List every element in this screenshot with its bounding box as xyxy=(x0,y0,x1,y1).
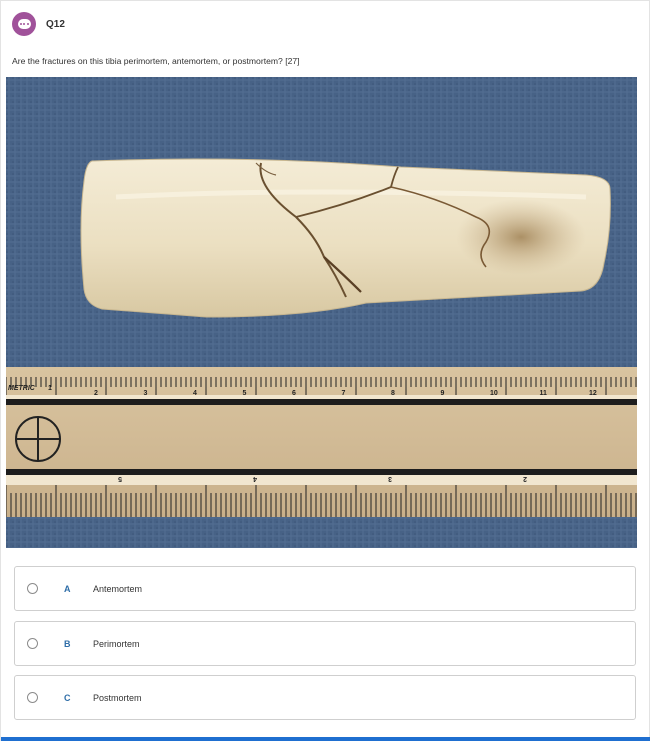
ruler-top-number: 6 xyxy=(292,390,296,397)
ruler-top-number: 8 xyxy=(391,390,395,397)
option-letter: C xyxy=(64,692,71,703)
ruler-top-number: 2 xyxy=(94,390,98,397)
option-label: Perimortem xyxy=(93,638,140,649)
option-letter: A xyxy=(64,583,71,594)
ruler-top-number: 4 xyxy=(193,390,197,397)
ruler-brand: METRIC xyxy=(8,385,36,392)
ruler-bottom-number: 4 xyxy=(253,475,257,482)
radio-button[interactable] xyxy=(27,583,38,594)
ruler-top-number: 10 xyxy=(490,390,498,397)
ruler-top-number: 7 xyxy=(342,390,346,397)
option-label: Antemortem xyxy=(93,583,143,594)
bottom-accent-bar xyxy=(1,737,650,741)
chat-bubble-icon xyxy=(12,12,36,36)
metric-ruler: METRIC 23456789101112131 2345 xyxy=(6,367,637,517)
question-header: Q12 xyxy=(12,11,65,37)
question-card: Q12 Are the fractures on this tibia peri… xyxy=(0,0,650,741)
question-image: METRIC 23456789101112131 2345 xyxy=(6,77,637,548)
answer-option-c[interactable]: C Postmortem xyxy=(14,675,636,720)
ruler-bottom-number: 3 xyxy=(388,475,392,482)
ruler-top-number: 5 xyxy=(243,390,247,397)
question-number: Q12 xyxy=(46,18,65,30)
ruler-top-number: 12 xyxy=(589,390,597,397)
option-letter: B xyxy=(64,638,71,649)
ruler-bottom-number: 2 xyxy=(523,475,527,482)
answer-option-a[interactable]: A Antemortem xyxy=(14,566,636,611)
answer-option-b[interactable]: B Perimortem xyxy=(14,621,636,666)
ruler-bottom-number: 5 xyxy=(118,475,122,482)
radio-button[interactable] xyxy=(27,692,38,703)
tibia-bone xyxy=(80,158,611,318)
option-label: Postmortem xyxy=(93,692,142,703)
ruler-top-number: 9 xyxy=(441,390,445,397)
radio-button[interactable] xyxy=(27,638,38,649)
ruler-top-number: 1 xyxy=(48,385,52,392)
question-text: Are the fractures on this tibia perimort… xyxy=(12,56,300,66)
ruler-top-number: 11 xyxy=(540,390,548,397)
ruler-top-number: 3 xyxy=(144,390,148,397)
